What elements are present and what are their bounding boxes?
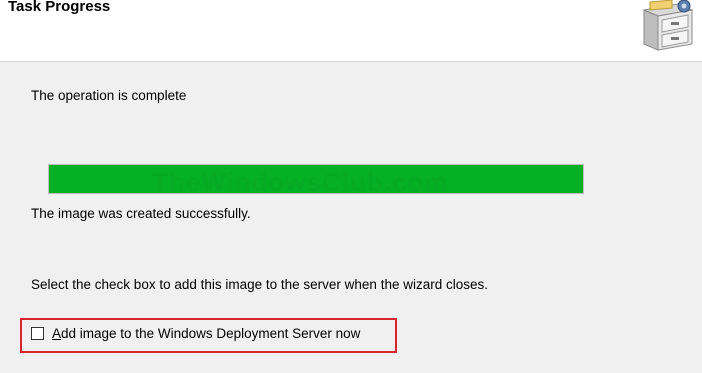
- add-image-checkbox-row[interactable]: Add image to the Windows Deployment Serv…: [31, 326, 360, 341]
- checkbox-label-text: dd image to the Windows Deployment Serve…: [61, 326, 361, 341]
- add-image-checkbox-label[interactable]: Add image to the Windows Deployment Serv…: [52, 326, 360, 341]
- accelerator-key: A: [52, 326, 62, 341]
- result-message: The image was created successfully.: [31, 206, 251, 221]
- progress-bar: [48, 164, 584, 194]
- status-message: The operation is complete: [31, 88, 187, 103]
- progress-fill: [49, 165, 583, 193]
- instruction-text: Select the check box to add this image t…: [31, 277, 488, 292]
- add-image-checkbox[interactable]: [31, 327, 44, 340]
- wizard-header: Task Progress: [0, 0, 702, 62]
- wizard-content: The operation is complete TheWindowsClub…: [0, 62, 702, 373]
- page-title: Task Progress: [8, 0, 111, 15]
- file-cabinet-icon: [638, 0, 696, 52]
